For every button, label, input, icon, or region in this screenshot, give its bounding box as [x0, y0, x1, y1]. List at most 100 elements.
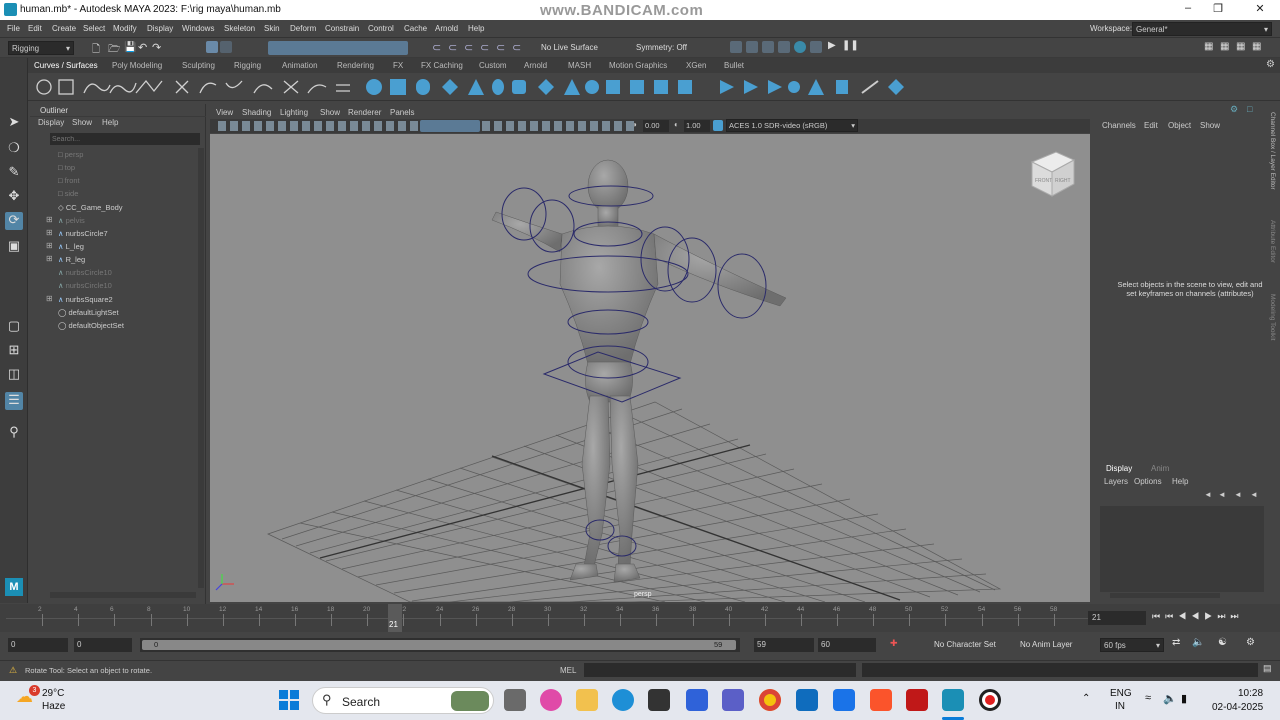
outliner-item-defaultlightset[interactable]: ◯ defaultLightSet	[58, 308, 119, 317]
select-tool-icon[interactable]: ➤	[5, 114, 23, 132]
new-layer-icon[interactable]: ◄	[1234, 490, 1242, 499]
snap-point-icon[interactable]: ⊂	[464, 41, 473, 54]
teams-icon[interactable]	[722, 689, 744, 711]
four-view-icon[interactable]: ⊞	[5, 342, 23, 360]
layer-menu-layers[interactable]: Layers	[1104, 477, 1128, 486]
outliner-item-pelvis[interactable]: ∧ pelvis	[58, 216, 85, 225]
layer-tab-anim[interactable]: Anim	[1151, 464, 1169, 473]
cb-menu-object[interactable]: Object	[1168, 121, 1191, 130]
anim-end-field[interactable]: 59	[754, 638, 814, 652]
ipr-icon[interactable]	[746, 41, 758, 53]
play-back-icon[interactable]: ◀	[1191, 611, 1204, 621]
maximize-icon[interactable]: ❐	[1208, 2, 1228, 18]
expand-icon[interactable]: ⊞	[46, 215, 53, 224]
vp-menu-lighting[interactable]: Lighting	[280, 108, 308, 117]
vp-menu-show[interactable]: Show	[320, 108, 340, 117]
time-slider[interactable]: 2 4 6 8 10 12 14 16 18 20 22 24 26 28 30 32 34 36 38 40 42 44…	[0, 604, 1280, 632]
snap-surface-icon[interactable]: ⊂	[496, 41, 505, 54]
rotate-tool-icon[interactable]: ⟳	[5, 212, 23, 230]
live-surface-label[interactable]: No Live Surface	[541, 43, 598, 52]
shelf-tab-sculpting[interactable]: Sculpting	[182, 61, 215, 70]
undo-icon[interactable]: ↶	[138, 41, 147, 54]
layer-list[interactable]	[1100, 506, 1264, 592]
new-scene-icon[interactable]: 🗋	[92, 42, 100, 59]
vp-menu-shading[interactable]: Shading	[242, 108, 271, 117]
weather-temp[interactable]: 29°C	[42, 688, 64, 699]
render-settings-icon[interactable]	[762, 41, 774, 53]
file-explorer-icon[interactable]	[576, 689, 598, 711]
outliner-item-top[interactable]: □ top	[58, 163, 75, 172]
view-cube[interactable]: FRONT RIGHT	[1030, 151, 1076, 197]
outliner-hscrollbar[interactable]	[50, 592, 196, 598]
outliner-item-nurbscircle7[interactable]: ∧ nurbsCircle7	[58, 229, 108, 238]
weather-desc[interactable]: Haze	[42, 701, 65, 712]
side-tab-channel-box[interactable]: Channel Box / Layer Editor	[1269, 112, 1276, 190]
volume-icon[interactable]: 🔈	[1163, 692, 1177, 705]
outliner-item-nurbssquare2[interactable]: ∧ nurbsSquare2	[58, 295, 113, 304]
arnold-render-icon[interactable]	[794, 41, 806, 53]
clock-time[interactable]: 10:28	[1238, 688, 1263, 699]
side-tab-attribute-editor[interactable]: Attribute Editor	[1269, 220, 1276, 263]
timeline-ruler[interactable]: 2 4 6 8 10 12 14 16 18 20 22 24 26 28 30 32 34 36 38 40 42 44…	[6, 604, 1090, 632]
shelf-tab-rendering[interactable]: Rendering	[337, 61, 374, 70]
shelf-tab-motion-graphics[interactable]: Motion Graphics	[609, 61, 667, 70]
play-forward-icon[interactable]: ▶	[1204, 611, 1217, 621]
preferences-icon[interactable]: ⚙	[1246, 637, 1255, 648]
redo-icon[interactable]: ↷	[152, 41, 161, 54]
play-icon[interactable]: ▶	[828, 40, 836, 51]
shelf-settings-icon[interactable]: ⚙	[1266, 59, 1275, 70]
layer-down-icon[interactable]: ◄	[1218, 490, 1226, 499]
outliner-item-l-leg[interactable]: ∧ L_leg	[58, 242, 84, 251]
exposure-field[interactable]: 0.00	[643, 120, 669, 132]
cb-settings-icon[interactable]: ⚙	[1230, 104, 1238, 115]
expand-icon[interactable]: ⊞	[46, 254, 53, 263]
render-view-icon[interactable]	[810, 41, 822, 53]
menu-help[interactable]: Help	[468, 24, 484, 33]
menu-create[interactable]: Create	[52, 24, 76, 33]
shelf-tab-custom[interactable]: Custom	[479, 61, 507, 70]
bandicam-icon[interactable]	[979, 689, 1001, 711]
channel-box-icon[interactable]: ▦	[1252, 41, 1261, 52]
shelf-tab-poly-modeling[interactable]: Poly Modeling	[112, 61, 162, 70]
hypershade-icon[interactable]	[778, 41, 790, 53]
go-to-end-icon[interactable]: ⏭	[1230, 611, 1243, 621]
unity-icon[interactable]	[648, 689, 670, 711]
render-icon[interactable]	[730, 41, 742, 53]
open-scene-icon[interactable]: 🗁	[108, 42, 120, 59]
shelf-tab-animation[interactable]: Animation	[282, 61, 318, 70]
anim-start-field[interactable]: 0	[74, 638, 132, 652]
outliner-item-r-leg[interactable]: ∧ R_leg	[58, 255, 85, 264]
snap-vertex-icon[interactable]: ⊂	[512, 41, 521, 54]
mel-label[interactable]: MEL	[560, 666, 576, 675]
cb-menu-show[interactable]: Show	[1200, 121, 1220, 130]
outliner-menu-help[interactable]: Help	[102, 118, 118, 127]
sound-icon[interactable]: 🔈	[1192, 637, 1204, 648]
search-icon[interactable]: ⚲	[5, 424, 23, 442]
outliner-item-side[interactable]: □ side	[58, 189, 78, 198]
outliner-menu-show[interactable]: Show	[72, 118, 92, 127]
range-slider-handle[interactable]: 0 59	[142, 640, 736, 650]
select-object-icon[interactable]	[220, 41, 232, 53]
loop-icon[interactable]: ⇄	[1172, 637, 1180, 648]
outliner-layout-icon[interactable]: ☰	[5, 392, 23, 410]
edge-icon[interactable]	[612, 689, 634, 711]
cb-menu-edit[interactable]: Edit	[1144, 121, 1158, 130]
menu-skeleton[interactable]: Skeleton	[224, 24, 255, 33]
close-icon[interactable]: ✕	[1250, 2, 1270, 18]
lang-secondary[interactable]: IN	[1115, 701, 1125, 712]
shelf-tab-fx[interactable]: FX	[393, 61, 403, 70]
menu-skin[interactable]: Skin	[264, 24, 280, 33]
shelf-tab-rigging[interactable]: Rigging	[234, 61, 261, 70]
command-line-input[interactable]	[584, 663, 856, 677]
expand-icon[interactable]: ⊞	[46, 241, 53, 250]
character-set-dropdown[interactable]: No Character Set	[934, 640, 996, 649]
layer-menu-options[interactable]: Options	[1134, 477, 1162, 486]
menu-display[interactable]: Display	[147, 24, 173, 33]
outliner-item-nurbscircle10-b[interactable]: ∧ nurbsCircle10	[58, 281, 112, 290]
shelf-tab-curves-surfaces[interactable]: Curves / Surfaces	[34, 61, 98, 70]
selection-mask-icons[interactable]	[268, 41, 408, 55]
layer-menu-help[interactable]: Help	[1172, 477, 1188, 486]
symmetry-label[interactable]: Symmetry: Off	[636, 43, 687, 52]
chrome-icon[interactable]	[759, 689, 781, 711]
clock-date[interactable]: 02-04-2025	[1212, 702, 1263, 713]
